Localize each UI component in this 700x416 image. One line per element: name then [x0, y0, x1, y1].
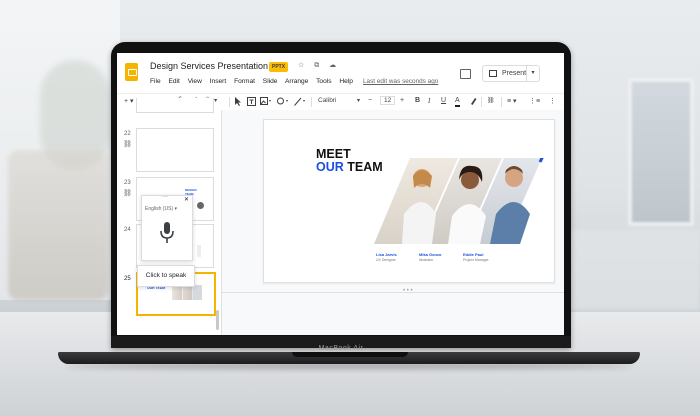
slide-25-thumb-photos — [172, 285, 202, 300]
font-select[interactable]: Calibri — [318, 97, 336, 104]
voice-menu-icon[interactable]: ··· — [162, 194, 168, 200]
present-button[interactable]: Present ▾ — [482, 65, 540, 82]
more-options-icon[interactable]: ⋮ — [549, 97, 556, 105]
menu-bar: File Edit View Insert Format Slide Arran… — [150, 78, 359, 85]
chevron-down-icon: ▾ — [174, 206, 177, 212]
filmstrip-panel: 22 ⛓ 23 ⛓ DESIGN TEAM 24 WORKS IN PROCES… — [117, 98, 222, 335]
slide-number-24: 24 — [124, 227, 131, 233]
present-icon — [489, 70, 497, 77]
menu-arrange[interactable]: Arrange — [285, 78, 308, 85]
slide-number-22: 22 — [124, 131, 131, 137]
app-header: Design Services Presentation PPTX ☆ ⧉ ☁ … — [117, 53, 564, 93]
person-name: Mika Gonzo — [419, 252, 442, 257]
filmstrip-scrollbar[interactable] — [216, 310, 219, 330]
underline-button[interactable]: U — [441, 97, 446, 104]
menu-slide[interactable]: Slide — [263, 78, 278, 85]
person-name: Eddie Paul — [463, 252, 484, 257]
text-color-button[interactable]: A — [455, 97, 460, 107]
align-button[interactable]: ≡ ▾ — [507, 97, 517, 105]
italic-button[interactable]: I — [428, 97, 430, 105]
slide-number-25: 25 — [124, 276, 131, 282]
menu-help[interactable]: Help — [339, 78, 353, 85]
speaker-notes-handle[interactable]: • • • — [403, 288, 413, 294]
file-type-badge: PPTX — [269, 62, 289, 72]
menu-edit[interactable]: Edit — [168, 78, 179, 85]
menu-insert[interactable]: Insert — [210, 78, 227, 85]
text-box-icon[interactable] — [247, 97, 256, 108]
comment-icon[interactable] — [460, 69, 471, 79]
image-icon[interactable] — [260, 97, 271, 108]
person-role: Project Manager — [463, 258, 489, 262]
link-icon[interactable]: ⛓ — [487, 97, 495, 104]
present-dropdown[interactable]: ▾ — [526, 66, 539, 81]
person-role: Illustrator — [419, 258, 434, 262]
shape-icon[interactable] — [277, 97, 288, 108]
line-icon[interactable] — [294, 97, 305, 108]
link-icon: ⛓ — [123, 141, 132, 148]
slides-logo-icon[interactable] — [125, 63, 138, 81]
voice-typing-panel: ··· ✕ English (US) ▾ — [141, 194, 193, 261]
header-icons[interactable]: ☆ ⧉ ☁ — [298, 61, 340, 70]
link-icon: ⛓ — [123, 190, 132, 197]
font-size-decrease[interactable]: − — [368, 97, 372, 104]
slide-thumb-21[interactable] — [136, 98, 214, 113]
add-button[interactable]: + ▾ — [124, 97, 134, 105]
laptop-hinge-notch — [292, 352, 408, 357]
menu-tools[interactable]: Tools — [316, 78, 331, 85]
slide-number-23: 23 — [124, 180, 131, 186]
background-picture-frame — [628, 78, 694, 226]
background-chair — [8, 150, 108, 300]
speaker-notes-divider[interactable] — [222, 292, 564, 293]
select-cursor-icon[interactable] — [234, 96, 242, 108]
background-shelf — [560, 230, 700, 310]
language-select[interactable]: English (US) ▾ — [145, 206, 177, 212]
slide-heading-accent: OUR — [316, 160, 344, 174]
menu-file[interactable]: File — [150, 78, 161, 85]
font-dropdown-icon[interactable]: ▾ — [357, 97, 360, 104]
slide-23-thumb-badge — [197, 202, 204, 209]
laptop-brand-label: MacBook Air — [318, 345, 364, 352]
language-value: English (US) — [145, 206, 174, 212]
slide-heading[interactable]: MEET OUR TEAM — [316, 148, 383, 174]
highlight-icon[interactable] — [469, 96, 477, 108]
menu-format[interactable]: Format — [234, 78, 255, 85]
person-role: UX Designer — [376, 258, 396, 262]
last-edit-link[interactable]: Last edit was seconds ago — [363, 78, 438, 85]
slide-thumb-22[interactable] — [136, 128, 214, 172]
line-spacing-icon[interactable]: ⋮≡ — [529, 97, 540, 105]
team-photos[interactable] — [374, 158, 550, 244]
menu-view[interactable]: View — [188, 78, 202, 85]
present-label: Present — [502, 70, 527, 77]
bold-button[interactable]: B — [415, 97, 420, 104]
laptop-screen: Design Services Presentation PPTX ☆ ⧉ ☁ … — [117, 53, 564, 335]
microphone-icon[interactable] — [158, 221, 176, 245]
close-icon[interactable]: ✕ — [184, 196, 189, 203]
document-title[interactable]: Design Services Presentation — [150, 61, 268, 71]
person-name: Lisa Jarvis — [376, 252, 397, 257]
font-size-increase[interactable]: + — [400, 97, 404, 104]
slide-canvas[interactable]: MEET OUR TEAM Lisa Jarvis UX Designer Mi… — [263, 119, 555, 283]
click-to-speak-tooltip: Click to speak — [137, 265, 195, 287]
font-size-input[interactable]: 12 — [380, 96, 396, 105]
